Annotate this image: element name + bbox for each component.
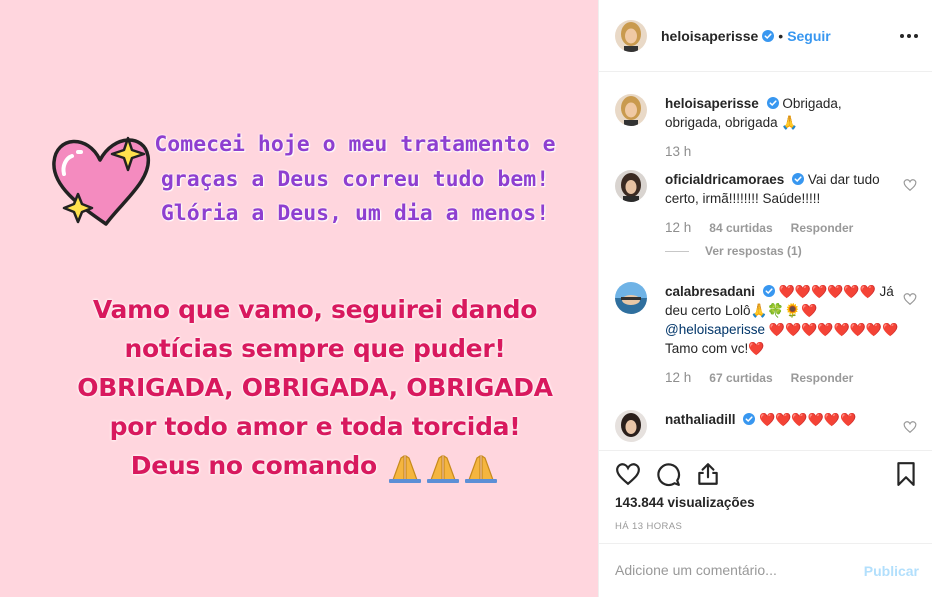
bookmark-icon[interactable] — [893, 461, 919, 487]
separator-dot: • — [778, 27, 784, 44]
mention-link[interactable]: @heloisaperisse — [665, 322, 765, 337]
comment-username[interactable]: nathaliadill — [665, 412, 736, 427]
avatar[interactable] — [615, 410, 647, 442]
comment-likes[interactable]: 67 curtidas — [709, 371, 772, 385]
story-text-pink: Vamo que vamo, seguirei dando notícias s… — [30, 290, 598, 485]
comment-text: oficialdricamoraes Vai dar tudo certo, i… — [665, 170, 895, 208]
avatar[interactable] — [615, 282, 647, 314]
verified-badge-icon — [766, 97, 779, 109]
comment-likes[interactable]: 84 curtidas — [709, 221, 772, 235]
avatar[interactable] — [615, 94, 647, 126]
comment-text: heloisaperisse Obrigada, obrigada, obrig… — [665, 94, 895, 132]
post-actions: 143.844 visualizações HÁ 13 HORAS Public… — [599, 450, 932, 597]
comment-item: nathaliadill ❤️❤️❤️❤️❤️❤️ — [615, 410, 925, 450]
heart-icon[interactable] — [903, 292, 917, 306]
heart-icon[interactable] — [615, 461, 641, 487]
verified-badge-icon — [762, 285, 775, 297]
comment-username[interactable]: heloisaperisse — [665, 96, 759, 111]
heart-emoji-row: ❤️❤️❤️❤️❤️❤️ — [759, 412, 857, 427]
reply-button[interactable]: Responder — [791, 371, 854, 385]
comment-body: Tamo com vc! — [665, 341, 749, 356]
post-header: heloisaperisse • Seguir — [599, 0, 932, 72]
comment-time[interactable]: 12 h — [665, 220, 691, 235]
heart-icon[interactable] — [903, 178, 917, 192]
verified-badge-icon — [743, 413, 756, 425]
comment-text: calabresadani ❤️❤️❤️❤️❤️❤️ Já deu certo … — [665, 282, 905, 358]
comment-username[interactable]: calabresadani — [665, 284, 755, 299]
comments-list[interactable]: heloisaperisse Obrigada, obrigada, obrig… — [599, 72, 932, 450]
verified-badge-icon — [762, 29, 775, 42]
heart-sparkle-sticker-icon — [52, 136, 150, 226]
share-icon[interactable] — [695, 461, 721, 487]
comment-input[interactable] — [615, 562, 855, 578]
heart-emoji-row: ❤️❤️❤️❤️❤️❤️ — [778, 284, 876, 299]
story-line: Vamo que vamo, seguirei dando — [92, 295, 538, 324]
heart-icon[interactable] — [903, 420, 917, 434]
comment-username[interactable]: oficialdricamoraes — [665, 172, 784, 187]
header-username[interactable]: heloisaperisse — [661, 28, 758, 44]
four-leaf-clover-emoji: 🍀 — [767, 303, 785, 318]
story-line: Deus no comando — [130, 451, 377, 480]
publish-button[interactable]: Publicar — [864, 563, 919, 579]
comment-icon[interactable] — [655, 461, 681, 487]
story-line: por todo amor e toda torcida! — [109, 412, 521, 441]
view-replies-button[interactable]: Ver respostas (1) — [665, 244, 802, 258]
comment-time[interactable]: 13 h — [665, 144, 691, 159]
add-comment-bar: Publicar — [599, 543, 932, 597]
story-line-with-emoji: Deus no comando — [30, 446, 598, 485]
pray-emoji-icons — [389, 454, 498, 483]
heart-emoji: ❤️ — [801, 303, 818, 318]
comment-meta: 13 h — [665, 144, 691, 159]
comment-item: oficialdricamoraes Vai dar tudo certo, i… — [615, 170, 925, 265]
post-side-panel: heloisaperisse • Seguir heloisaperisse O… — [598, 0, 932, 597]
comment-text: nathaliadill ❤️❤️❤️❤️❤️❤️ — [665, 410, 895, 429]
heart-emoji-row: ❤️❤️❤️❤️❤️❤️❤️❤️ — [768, 322, 899, 337]
pray-emoji: 🙏 — [750, 303, 768, 318]
heart-emoji: ❤️ — [748, 341, 765, 356]
comment-item: calabresadani ❤️❤️❤️❤️❤️❤️ Já deu certo … — [615, 282, 925, 397]
follow-button[interactable]: Seguir — [787, 28, 831, 44]
pray-emoji: 🙏 — [781, 115, 799, 130]
avatar[interactable] — [615, 170, 647, 202]
comment-meta: 12 h 67 curtidas Responder — [665, 370, 853, 385]
comment-meta: 12 h 84 curtidas Responder — [665, 220, 853, 235]
views-count[interactable]: 143.844 visualizações — [615, 495, 755, 510]
story-line: OBRIGADA, OBRIGADA, OBRIGADA — [77, 373, 553, 402]
view-replies-label: Ver respostas (1) — [705, 244, 802, 258]
story-text-purple: Comecei hoje o meu tratamento e graças a… — [154, 132, 556, 226]
story-line: notícias sempre que puder! — [124, 334, 506, 363]
post-media[interactable]: Comecei hoje o meu tratamento e graças a… — [0, 0, 598, 597]
verified-badge-icon — [792, 173, 805, 185]
more-options-icon[interactable] — [899, 26, 919, 46]
post-time[interactable]: HÁ 13 HORAS — [615, 521, 682, 532]
avatar[interactable] — [615, 19, 647, 52]
caption-comment: heloisaperisse Obrigada, obrigada, obrig… — [615, 94, 925, 174]
sunflower-emoji: 🌻 — [784, 303, 801, 318]
reply-button[interactable]: Responder — [791, 221, 854, 235]
comment-time[interactable]: 12 h — [665, 370, 691, 385]
